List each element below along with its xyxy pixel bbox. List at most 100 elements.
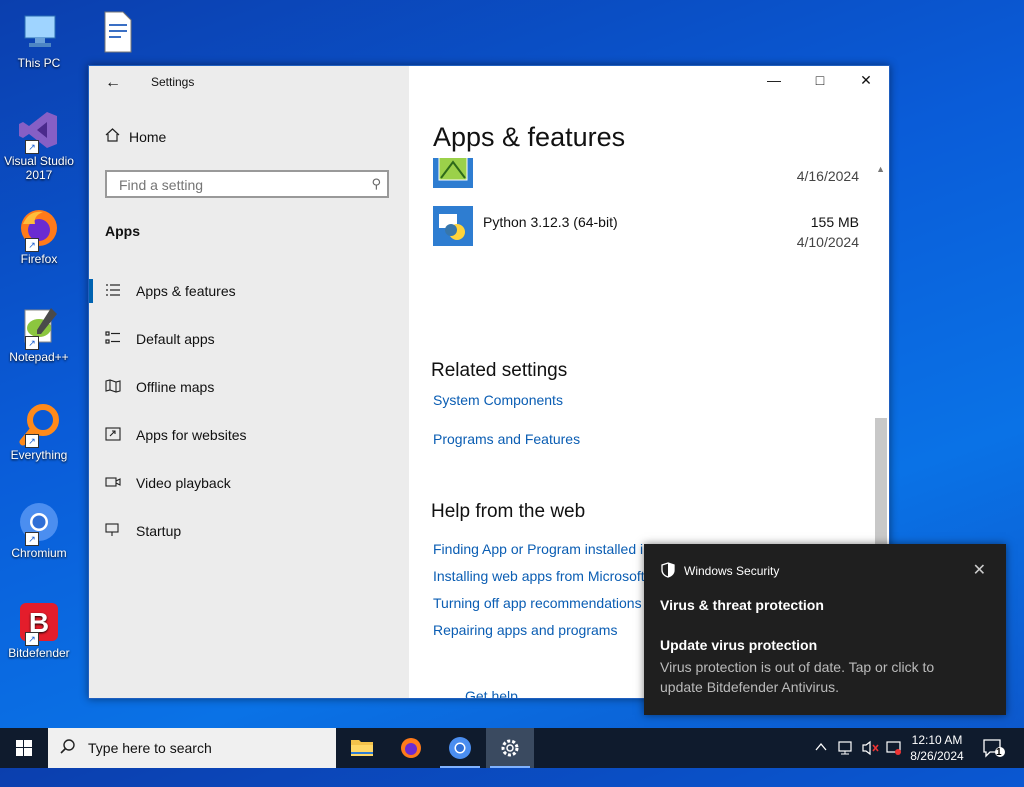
nav-apps-features[interactable]: Apps & features <box>89 271 409 311</box>
shortcut-arrow-icon: ↗ <box>25 434 39 448</box>
desktop-icon-label: Bitdefender <box>8 646 70 660</box>
nav-offline-maps[interactable]: Offline maps <box>89 367 409 407</box>
computer-icon <box>17 10 61 54</box>
help-link[interactable]: Repairing apps and programs <box>433 622 617 638</box>
clock-date: 8/26/2024 <box>910 749 964 763</box>
file-explorer-taskbar-button[interactable] <box>338 728 386 768</box>
desktop-icon-notepadpp[interactable]: ↗ Notepad++ <box>4 304 74 364</box>
nav-label: Startup <box>136 523 182 539</box>
nav-label: Default apps <box>136 331 215 347</box>
maximize-icon[interactable]: □ <box>809 72 831 88</box>
desktop-icon-label: Firefox <box>20 252 58 266</box>
chevron-up-icon[interactable] <box>814 740 828 780</box>
map-icon <box>105 379 123 393</box>
taskbar-search-box[interactable]: Type here to search <box>48 728 336 768</box>
chromium-taskbar-button[interactable] <box>436 728 484 768</box>
home-link[interactable]: Home <box>105 128 166 145</box>
related-settings-heading: Related settings <box>431 360 568 381</box>
nav-default-apps[interactable]: Default apps <box>89 319 409 359</box>
notepadpp-icon: ↗ <box>17 304 61 350</box>
desktop-icon-document[interactable] <box>82 10 152 56</box>
windows-logo-icon <box>16 740 32 756</box>
find-setting-search[interactable]: ⚲ <box>105 170 389 198</box>
home-label: Home <box>129 129 167 145</box>
desktop-icon-label: This PC <box>17 56 61 70</box>
help-link[interactable]: Turning off app recommendations <box>433 595 642 611</box>
startup-icon <box>105 523 123 537</box>
search-icon[interactable]: ⚲ <box>371 176 381 192</box>
network-icon[interactable] <box>838 740 856 780</box>
firefox-icon <box>401 738 421 758</box>
app-icon <box>433 158 473 188</box>
search-icon <box>60 738 76 759</box>
chromium-icon <box>449 737 471 759</box>
video-icon <box>105 475 123 489</box>
close-icon[interactable]: ✕ <box>855 72 877 89</box>
home-icon <box>105 128 129 145</box>
desktop-icon-label: Chromium <box>11 546 67 560</box>
taskbar: Type here to search 12:10 AM 8/26/2024 1 <box>0 728 1024 768</box>
get-help-link[interactable]: Get help <box>465 688 518 698</box>
minimize-icon[interactable]: — <box>763 72 785 88</box>
taskbar-search-placeholder: Type here to search <box>88 740 212 756</box>
taskbar-clock[interactable]: 12:10 AM 8/26/2024 <box>904 732 970 764</box>
shortcut-arrow-icon: ↗ <box>25 532 39 546</box>
everything-search-icon: ↗ <box>17 402 61 448</box>
shortcut-arrow-icon: ↗ <box>25 238 39 252</box>
gear-icon <box>501 739 519 757</box>
speaker-muted-icon[interactable] <box>862 740 880 780</box>
shortcut-arrow-icon: ↗ <box>25 140 39 154</box>
default-apps-icon <box>105 331 123 345</box>
visual-studio-icon: ↗ <box>17 108 61 154</box>
folder-icon <box>351 740 373 756</box>
title-bar[interactable]: ← Settings <box>89 66 409 98</box>
nav-label: Offline maps <box>136 379 215 395</box>
nav-startup[interactable]: Startup <box>89 511 409 551</box>
desktop-icon-visual-studio[interactable]: ↗ Visual Studio 2017 <box>4 108 74 182</box>
nav-video-playback[interactable]: Video playback <box>89 463 409 503</box>
clock-time: 12:10 AM <box>911 733 963 747</box>
section-title: Apps <box>105 223 140 239</box>
desktop-icon-firefox[interactable]: ↗ Firefox <box>4 206 74 266</box>
desktop-icon-chromium[interactable]: ↗ Chromium <box>4 500 74 560</box>
desktop-icon-everything[interactable]: ↗ Everything <box>4 402 74 462</box>
window-controls: — □ ✕ <box>749 66 889 98</box>
back-arrow-icon[interactable]: ← <box>105 74 121 92</box>
app-name: Python 3.12.3 (64-bit) <box>483 214 618 230</box>
nav-label: Apps for websites <box>136 427 247 443</box>
start-button[interactable] <box>0 728 48 768</box>
desktop-icon-bitdefender[interactable]: B ↗ Bitdefender <box>4 600 74 660</box>
desktop-icon-this-pc[interactable]: This PC <box>4 10 74 70</box>
find-setting-input[interactable] <box>117 176 361 194</box>
security-notification[interactable]: Windows Security ✕ Virus & threat protec… <box>644 544 1006 715</box>
help-web-heading: Help from the web <box>431 501 586 522</box>
notification-title: Virus & threat protection <box>660 597 824 613</box>
action-center-icon[interactable] <box>982 738 1006 778</box>
desktop-icon-label: Everything <box>10 448 68 462</box>
desktop-icon-label: Notepad++ <box>9 350 69 364</box>
settings-taskbar-button[interactable] <box>486 728 534 768</box>
scroll-up-arrow-icon[interactable]: ▲ <box>876 164 885 174</box>
programs-features-link[interactable]: Programs and Features <box>433 431 580 447</box>
page-title: Apps & features <box>433 122 626 152</box>
app-list-item[interactable]: Python 3.12.3 (64-bit) 155 MB 4/10/2024 <box>433 206 859 252</box>
list-icon <box>105 283 123 297</box>
shield-icon <box>660 562 676 578</box>
python-installer-icon <box>433 206 473 246</box>
nav-apps-for-websites[interactable]: Apps for websites <box>89 415 409 455</box>
nav-label: Apps & features <box>136 283 236 299</box>
notification-body: Virus protection is out of date. Tap or … <box>660 659 935 695</box>
security-tray-icon[interactable] <box>886 740 902 780</box>
app-list-item[interactable]: 4/16/2024 <box>433 158 859 188</box>
close-icon[interactable]: ✕ <box>973 560 986 580</box>
shortcut-arrow-icon: ↗ <box>25 632 39 646</box>
app-install-date: 4/16/2024 <box>796 168 859 184</box>
app-size: 155 MB <box>810 214 859 230</box>
notification-subtitle: Update virus protection <box>660 637 818 653</box>
app-install-date: 4/10/2024 <box>796 234 859 250</box>
firefox-taskbar-button[interactable] <box>387 728 435 768</box>
desktop-icon-label: Visual Studio 2017 <box>4 154 74 182</box>
bitdefender-icon: B ↗ <box>17 600 61 646</box>
system-components-link[interactable]: System Components <box>433 392 563 408</box>
notification-source: Windows Security <box>684 564 780 578</box>
